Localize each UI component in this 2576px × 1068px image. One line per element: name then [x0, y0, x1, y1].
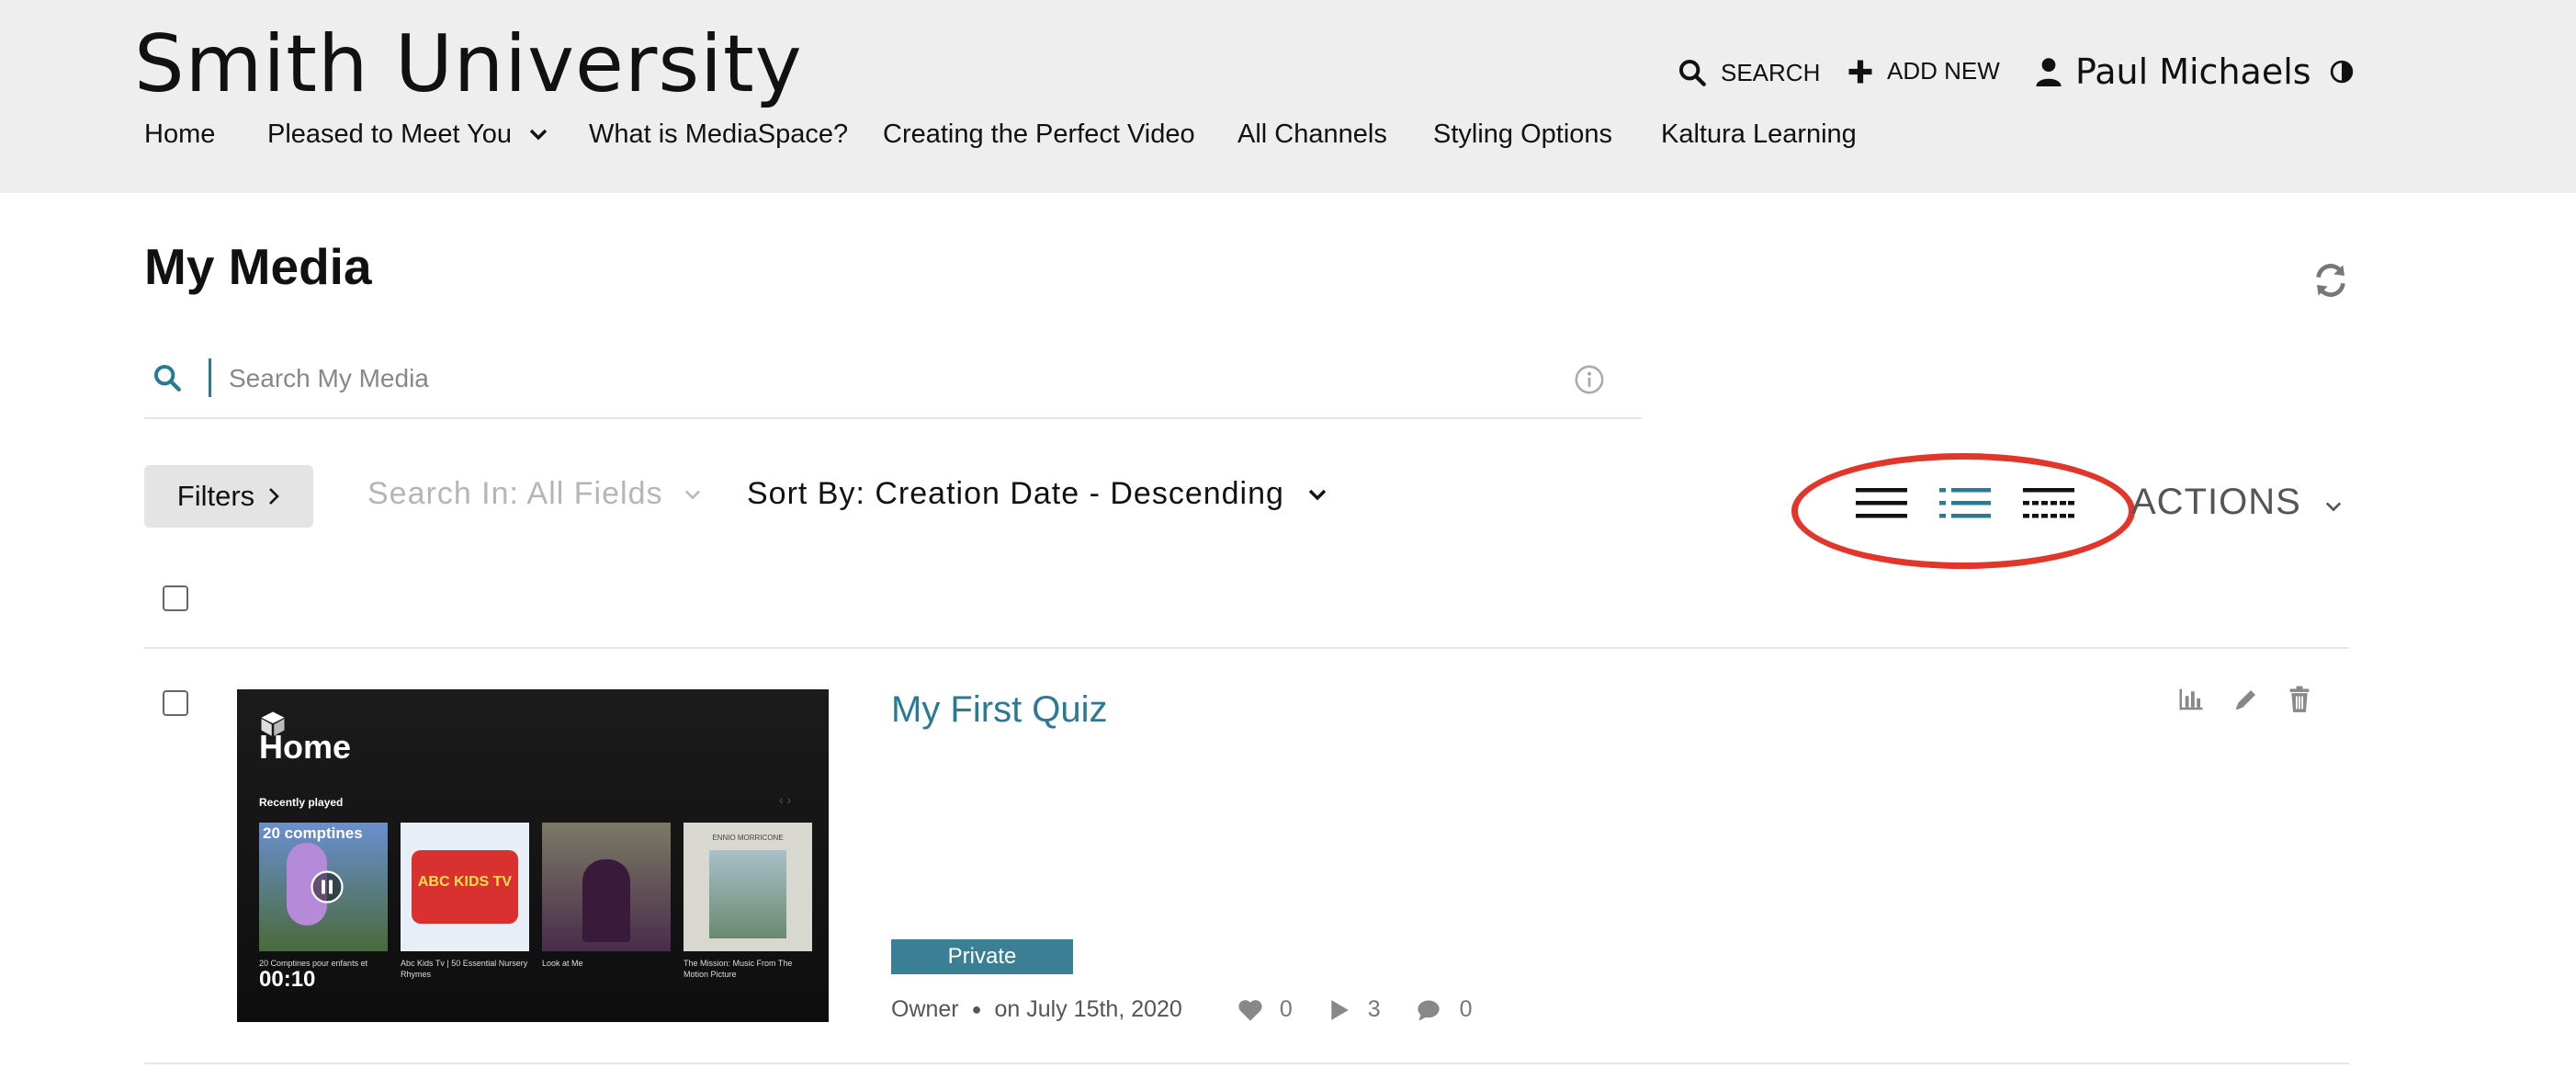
filters-button[interactable]: Filters	[144, 465, 313, 528]
chevron-right-icon	[269, 488, 280, 505]
actions-label: ACTIONS	[2131, 482, 2301, 522]
heart-icon	[1238, 999, 1262, 1021]
nav-item-what-is-mediaspace[interactable]: What is MediaSpace?	[589, 119, 848, 150]
search-button-label: SEARCH	[1721, 58, 1821, 86]
site-header: Smith University SEARCH ADD NEW Paul Mic…	[0, 0, 2576, 193]
search-in-label: Search In: All Fields	[367, 476, 663, 511]
thumbnail-heading: Home	[259, 728, 352, 766]
date-label: on July 15th, 2020	[994, 996, 1182, 1022]
card-person-shape	[582, 859, 630, 942]
user-icon	[2036, 58, 2062, 86]
info-icon[interactable]	[1574, 364, 1605, 395]
sort-by-label: Sort By: Creation Date - Descending	[747, 476, 1284, 511]
nav-item-all-channels[interactable]: All Channels	[1237, 119, 1387, 150]
list-view-button[interactable]	[1939, 485, 1991, 527]
grid-view-button[interactable]	[2023, 485, 2074, 527]
media-thumbnail[interactable]: Home Recently played ‹ › 20 comptines AB…	[237, 689, 829, 1022]
thumbnail-card: 20 comptines	[259, 823, 388, 951]
select-all-checkbox[interactable]	[163, 585, 188, 611]
media-title-link[interactable]: My First Quiz	[891, 689, 1108, 731]
search-icon	[153, 364, 181, 392]
search-divider	[209, 358, 211, 397]
likes-count: 0	[1279, 996, 1293, 1022]
nav-item-styling-options[interactable]: Styling Options	[1433, 119, 1612, 150]
comments-stat: 0	[1416, 996, 1473, 1023]
page-title: My Media	[144, 238, 372, 295]
grid-view-icon	[2023, 488, 2074, 518]
search-bar	[144, 349, 1642, 419]
bar-chart-icon	[2179, 688, 2203, 710]
comments-count: 0	[1459, 996, 1473, 1022]
search-in-dropdown[interactable]: Search In: All Fields	[367, 476, 703, 512]
card-art-text: ENNIO MORRICONE	[712, 834, 784, 842]
details-view-button[interactable]	[1856, 485, 1907, 527]
play-icon	[1331, 999, 1349, 1020]
media-meta: Owner ● on July 15th, 2020 0 3 0	[891, 996, 1473, 1023]
comment-icon	[1417, 1000, 1440, 1021]
site-title[interactable]: Smith University	[134, 18, 803, 110]
card-caption: Abc Kids Tv | 50 Essential Nursery Rhyme…	[401, 959, 528, 979]
item-checkbox[interactable]	[163, 690, 188, 716]
thumbnail-card	[542, 823, 671, 951]
plays-stat: 3	[1329, 996, 1381, 1023]
plays-count: 3	[1367, 996, 1381, 1022]
chevron-down-icon[interactable]	[527, 125, 549, 143]
trash-icon	[2289, 686, 2310, 712]
add-new-button[interactable]: ADD NEW	[1847, 57, 2000, 85]
nav-item-pleased-to-meet-you[interactable]: Pleased to Meet You	[267, 119, 512, 150]
meta-separator: ●	[971, 1000, 982, 1018]
analytics-button[interactable]	[2177, 686, 2205, 718]
owner-label: Owner	[891, 996, 959, 1022]
user-menu-button[interactable]: Paul Michaels	[2035, 51, 2367, 92]
filters-label: Filters	[176, 480, 255, 512]
card-waterfall-shape	[709, 850, 786, 938]
thumbnail-card: ABC KIDS TV	[401, 823, 529, 951]
chevron-down-icon	[1308, 489, 1327, 500]
likes-stat: 0	[1237, 996, 1293, 1023]
nav-item-creating-the-perfect-video[interactable]: Creating the Perfect Video	[883, 119, 1195, 150]
actions-dropdown[interactable]: ACTIONS	[2131, 482, 2344, 523]
card-caption: Look at Me	[542, 959, 583, 968]
list-view-icon	[1939, 488, 1991, 518]
pause-icon	[311, 870, 344, 903]
delete-button[interactable]	[2287, 686, 2312, 718]
status-badge: Private	[891, 939, 1073, 974]
chevron-down-icon	[685, 489, 701, 500]
chevron-down-icon	[2325, 501, 2341, 512]
sort-by-dropdown[interactable]: Sort By: Creation Date - Descending	[747, 476, 1328, 512]
add-new-label: ADD NEW	[1887, 57, 2000, 85]
nav-item-kaltura-learning[interactable]: Kaltura Learning	[1661, 119, 1857, 150]
plus-icon	[1848, 60, 1872, 83]
list-divider	[144, 1062, 2349, 1064]
thumbnail-card: ENNIO MORRICONE	[684, 823, 812, 951]
list-divider	[144, 647, 2349, 649]
nav-item-home[interactable]: Home	[144, 119, 215, 150]
card-art-text: 20 comptines	[263, 824, 363, 842]
pencil-icon	[2235, 690, 2255, 710]
details-view-icon	[1856, 488, 1907, 518]
card-caption: The Mission: Music From The Motion Pictu…	[684, 959, 793, 979]
refresh-icon	[2316, 264, 2345, 297]
thumbnail-arrows: ‹ ›	[779, 792, 792, 807]
edit-button[interactable]	[2232, 686, 2260, 718]
video-duration: 00:10	[259, 967, 316, 992]
user-name: Paul Michaels	[2075, 51, 2311, 92]
contrast-toggle-icon[interactable]	[2330, 60, 2354, 84]
refresh-button[interactable]	[2312, 262, 2349, 303]
card-art-text: ABC KIDS TV	[417, 874, 513, 890]
thumbnail-section-label: Recently played	[259, 796, 344, 809]
search-button[interactable]: SEARCH	[1677, 57, 1820, 88]
search-icon	[1678, 59, 1706, 86]
search-input[interactable]	[227, 357, 1609, 401]
